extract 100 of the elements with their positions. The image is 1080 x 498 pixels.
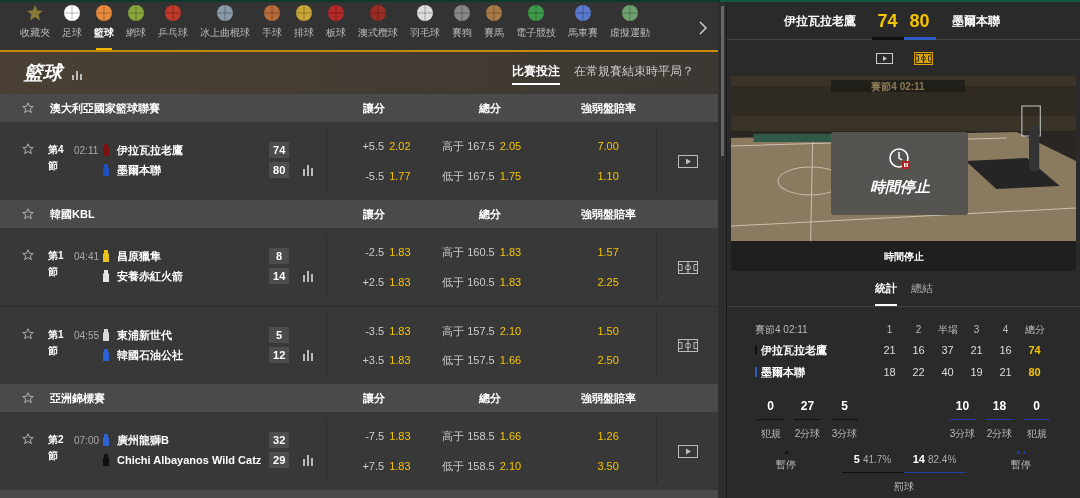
total-line: 高于 167.5 [442, 138, 495, 154]
period-label: 第4節 [48, 143, 65, 173]
column-header: 半場 [936, 322, 959, 337]
column-header: 讓分 [362, 390, 385, 406]
odds[interactable]: 1.83 [389, 457, 412, 475]
sport-tab[interactable]: 網球 [120, 2, 152, 50]
column-header: 讓分 [362, 100, 385, 116]
stat-value: 10 [955, 398, 970, 415]
tab[interactable]: 總結 [910, 279, 933, 306]
odds[interactable]: 1.83 [499, 273, 522, 291]
ball-icon [485, 4, 503, 22]
sport-tab[interactable]: 澳式欖球 [352, 2, 404, 50]
stat-percent: 41.7% [862, 453, 892, 467]
league-name: 韓國KBL [50, 206, 96, 222]
league-name: 澳大利亞國家籃球聯賽 [50, 100, 161, 116]
odds[interactable]: 2.25 [597, 273, 619, 291]
stat-value: 0 [767, 398, 774, 415]
odds[interactable]: 2.05 [499, 137, 522, 155]
star-icon [26, 4, 44, 22]
sport-tab[interactable]: 羽毛球 [404, 2, 446, 50]
odds[interactable]: 2.50 [597, 351, 619, 369]
odds[interactable]: 1.83 [499, 243, 522, 261]
timeout-clock-icon [888, 148, 911, 171]
team-name: 墨爾本聯 [761, 364, 805, 380]
score: 14 [269, 268, 290, 284]
ball-icon [527, 4, 545, 22]
spread-line: -3.5 [365, 323, 385, 339]
odds[interactable]: 1.83 [389, 427, 412, 445]
team-name: 墨爾本聯 [951, 12, 1001, 30]
spread-line: -7.5 [365, 428, 385, 444]
column-header: 強弱盤賠率 [580, 206, 636, 222]
stats-icon [302, 349, 313, 361]
odds[interactable]: 1.50 [597, 322, 619, 340]
ball-icon [216, 4, 234, 22]
stat-label: 罰球 [893, 479, 914, 494]
video-icon [677, 444, 698, 458]
tab[interactable]: 比賽投注 [512, 61, 560, 85]
total-line: 低于 157.5 [442, 352, 495, 368]
sport-tab[interactable]: 虛擬運動 [604, 2, 656, 50]
sport-tab[interactable]: 手球 [256, 2, 288, 50]
sport-tab[interactable]: 馬車賽 [562, 2, 604, 50]
sport-tab[interactable]: 籃球 [88, 2, 120, 50]
total-line: 高于 160.5 [442, 244, 495, 260]
sport-tab[interactable]: 賽狗 [446, 2, 478, 50]
match-time: 02:11 [73, 144, 100, 158]
odds[interactable]: 1.77 [389, 167, 412, 185]
odds[interactable]: 1.83 [389, 273, 412, 291]
period-label: 第2節 [48, 433, 65, 463]
total-line: 低于 167.5 [442, 168, 495, 184]
ball-icon [127, 4, 145, 22]
scrollbar-thumb[interactable] [720, 6, 724, 156]
stat-label: 2分球 [794, 427, 821, 441]
sport-tab[interactable]: 收藏夾 [14, 2, 56, 50]
odds[interactable]: 2.02 [389, 137, 412, 155]
team-name: 伊拉瓦拉老鷹 [117, 142, 184, 158]
team-name: 韓國石油公社 [117, 347, 184, 363]
team-name: 東浦新世代 [117, 327, 173, 343]
odds[interactable]: 1.75 [499, 167, 522, 185]
stat-label: 2分球 [986, 427, 1013, 441]
table-cell-text: 80 [1027, 364, 1042, 380]
sport-tab[interactable]: 板球 [320, 2, 352, 50]
star-icon [22, 143, 34, 155]
odds[interactable]: 1.66 [499, 351, 522, 369]
total-line: 低于 158.5 [442, 458, 495, 474]
team-score: 74 [871, 7, 904, 40]
odds[interactable]: 1.83 [389, 351, 412, 369]
table-cell-text: 21 [969, 342, 984, 358]
column-header: 總分 [479, 390, 501, 406]
odds[interactable]: 1.10 [597, 167, 619, 185]
video-tab[interactable] [874, 51, 894, 65]
tab[interactable]: 統計 [874, 279, 897, 306]
spread-line: +3.5 [362, 352, 385, 368]
match-time: 04:55 [73, 329, 101, 343]
column-header: 2 [914, 322, 923, 337]
sport-tab[interactable]: 乒乓球 [152, 2, 194, 50]
spread-line: +2.5 [362, 274, 385, 290]
odds[interactable]: 3.50 [597, 457, 619, 475]
odds[interactable]: 1.57 [597, 243, 619, 261]
sport-tab[interactable]: 足球 [56, 2, 88, 50]
odds[interactable]: 1.83 [389, 243, 412, 261]
table-cell-text: 21 [882, 342, 897, 358]
odds[interactable]: 2.10 [499, 322, 522, 340]
sport-tab[interactable]: 排球 [288, 2, 320, 50]
odds[interactable]: 1.66 [499, 427, 522, 445]
court-tab[interactable] [913, 51, 933, 65]
team-name: 昌原獵隼 [117, 248, 162, 264]
column-header: 1 [885, 322, 894, 337]
table-cell-text: 19 [969, 364, 984, 380]
stats-icon [302, 164, 313, 176]
sport-tab[interactable]: 冰上曲棍球 [194, 2, 256, 50]
star-icon [22, 249, 34, 261]
odds[interactable]: 2.10 [499, 457, 522, 475]
odds[interactable]: 7.00 [597, 137, 619, 155]
match-time: 04:41 [73, 250, 101, 264]
odds[interactable]: 1.26 [597, 427, 619, 445]
tab[interactable]: 在常規賽結束時平局？ [574, 61, 694, 85]
sport-tab[interactable]: 賽馬 [478, 2, 510, 50]
sport-tab[interactable]: 電子競技 [510, 2, 562, 50]
stats-icon [302, 270, 313, 282]
odds[interactable]: 1.83 [389, 322, 412, 340]
